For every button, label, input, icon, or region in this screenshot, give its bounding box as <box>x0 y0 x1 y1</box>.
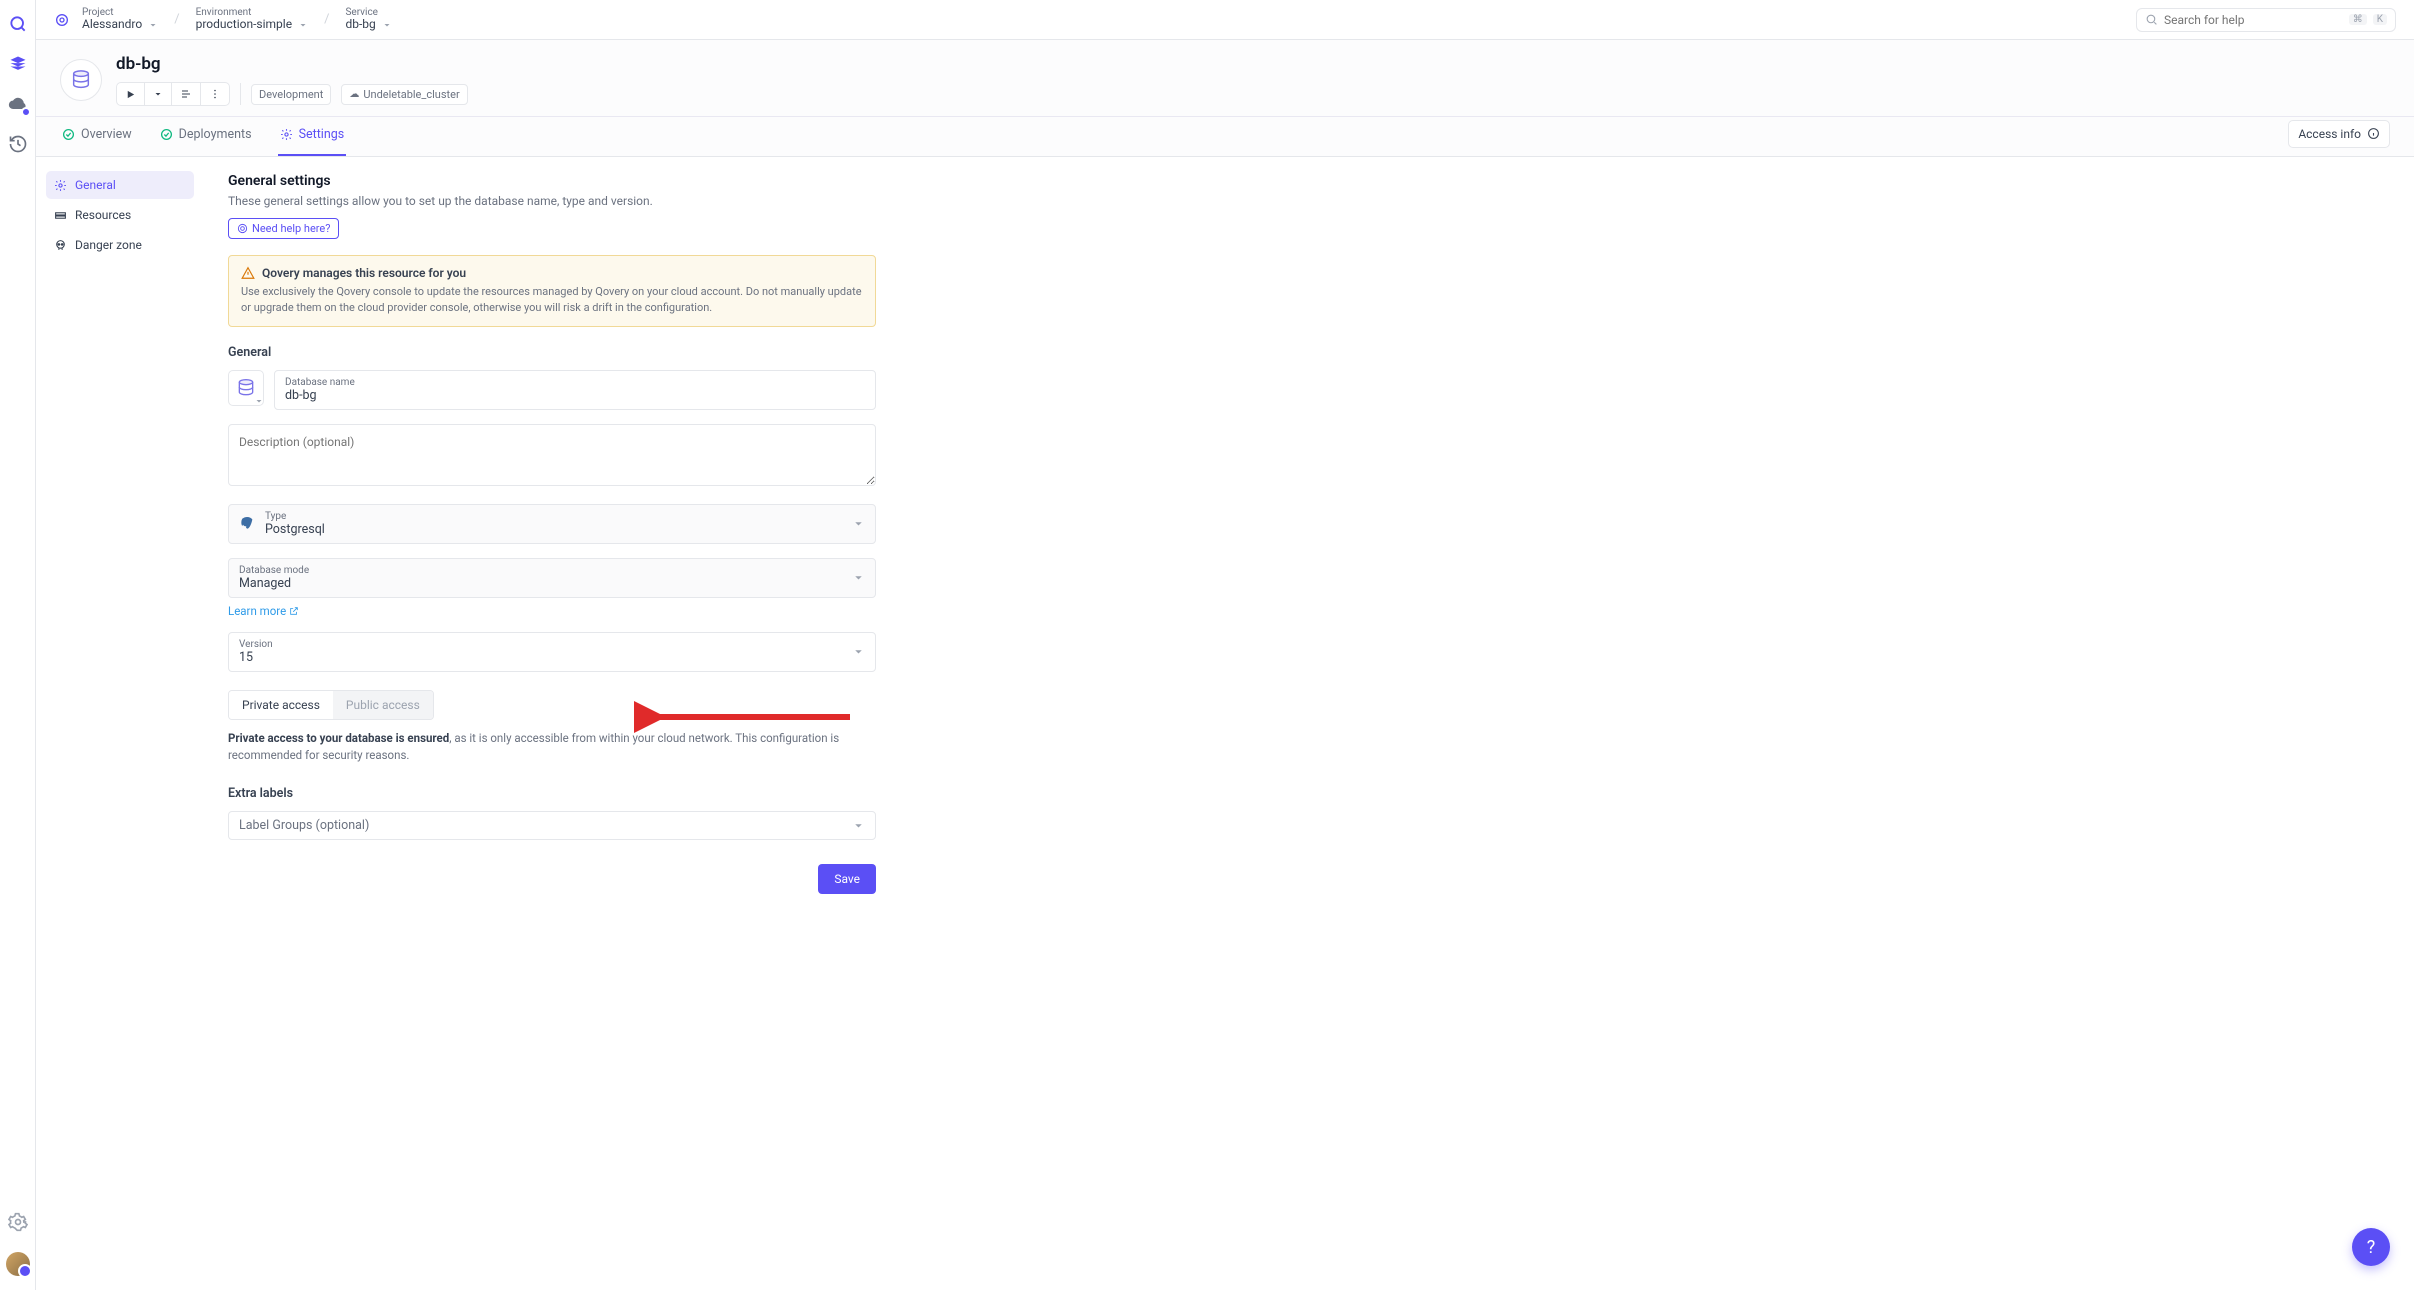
chevron-down-icon <box>382 20 392 30</box>
logo-qovery-icon[interactable] <box>8 14 28 34</box>
help-fab[interactable]: ? <box>2352 1228 2390 1266</box>
access-info-button[interactable]: Access info <box>2288 120 2390 148</box>
gear-icon <box>54 179 67 192</box>
page-title: General settings <box>228 173 900 189</box>
check-circle-icon <box>62 128 75 141</box>
lifebuoy-icon <box>237 223 248 234</box>
breadcrumb-project[interactable]: Project Alessandro <box>82 7 158 31</box>
tab-settings[interactable]: Settings <box>278 117 347 156</box>
play-button[interactable] <box>117 83 145 105</box>
service-title: db-bg <box>116 54 468 74</box>
description-textarea[interactable] <box>228 424 876 486</box>
tab-deployments[interactable]: Deployments <box>158 117 254 156</box>
settings-sidebar: General Resources Danger zone <box>36 157 204 1290</box>
tag-development: Development <box>251 84 331 105</box>
chevron-down-icon <box>148 20 158 30</box>
chevron-down-icon <box>852 517 865 530</box>
type-select[interactable]: Type Postgresql <box>228 504 876 544</box>
db-icon-selector[interactable] <box>228 370 264 406</box>
sidebar-item-resources[interactable]: Resources <box>46 201 194 229</box>
info-circle-icon <box>2367 127 2380 140</box>
settings-content: General settings These general settings … <box>204 157 924 1290</box>
top-bar: Project Alessandro / Environment product… <box>36 0 2414 40</box>
database-icon <box>60 59 102 101</box>
more-actions-button[interactable] <box>201 83 229 105</box>
help-link[interactable]: Need help here? <box>228 218 339 239</box>
chevron-down-icon <box>852 645 865 658</box>
breadcrumb-service[interactable]: Service db-bg <box>345 7 391 31</box>
cloud-icon[interactable] <box>8 94 28 114</box>
skull-icon <box>54 239 67 252</box>
check-circle-icon <box>160 128 173 141</box>
play-dropdown-button[interactable] <box>145 83 172 105</box>
seg-private[interactable]: Private access <box>229 691 333 719</box>
postgresql-icon <box>239 516 255 532</box>
tag-cluster: ☁︎ Undeletable_cluster <box>341 84 467 105</box>
chevron-down-icon <box>254 396 264 406</box>
settings-gear-icon[interactable] <box>8 1212 28 1232</box>
section-extra-labels-heading: Extra labels <box>228 786 900 801</box>
learn-more-link[interactable]: Learn more <box>228 604 299 618</box>
tab-overview[interactable]: Overview <box>60 117 134 156</box>
warning-triangle-icon <box>241 266 255 280</box>
section-general-heading: General <box>228 345 900 360</box>
search-icon <box>2145 13 2158 26</box>
access-description: Private access to your database is ensur… <box>228 730 876 765</box>
scope-lens-icon[interactable] <box>54 12 70 28</box>
warning-alert: Qovery manages this resource for you Use… <box>228 255 876 327</box>
chevron-down-icon <box>852 571 865 584</box>
seg-public[interactable]: Public access <box>333 691 433 719</box>
database-icon <box>236 378 256 398</box>
page-subtitle: These general settings allow you to set … <box>228 194 900 208</box>
breadcrumb-environment[interactable]: Environment production-simple <box>196 7 308 31</box>
chevron-down-icon <box>298 20 308 30</box>
layers-icon[interactable] <box>8 54 28 74</box>
tab-bar: Overview Deployments Settings Access inf… <box>36 117 2414 157</box>
version-select[interactable]: Version 15 <box>228 632 876 672</box>
aws-icon: ☁︎ <box>349 89 359 100</box>
mode-select[interactable]: Database mode Managed <box>228 558 876 598</box>
sidebar-item-general[interactable]: General <box>46 171 194 199</box>
kbd-cmd: ⌘ <box>2349 14 2367 25</box>
resources-icon <box>54 209 67 222</box>
save-button[interactable]: Save <box>818 864 876 894</box>
external-link-icon <box>289 606 299 616</box>
gear-icon <box>280 128 293 141</box>
logs-button[interactable] <box>172 83 201 105</box>
access-segmented: Private access Public access <box>228 690 434 720</box>
primary-nav-sidebar <box>0 0 36 1290</box>
label-groups-select[interactable]: Label Groups (optional) <box>228 811 876 840</box>
kbd-k: K <box>2373 14 2387 25</box>
service-header: db-bg Development ☁︎ Undeletable_cluster <box>36 40 2414 117</box>
search-input[interactable]: ⌘ K <box>2136 8 2396 32</box>
chevron-down-icon <box>852 819 865 832</box>
history-icon[interactable] <box>8 134 28 154</box>
db-name-field[interactable]: Database name db-bg <box>274 370 876 410</box>
sidebar-item-danger[interactable]: Danger zone <box>46 231 194 259</box>
user-avatar[interactable] <box>6 1252 30 1276</box>
